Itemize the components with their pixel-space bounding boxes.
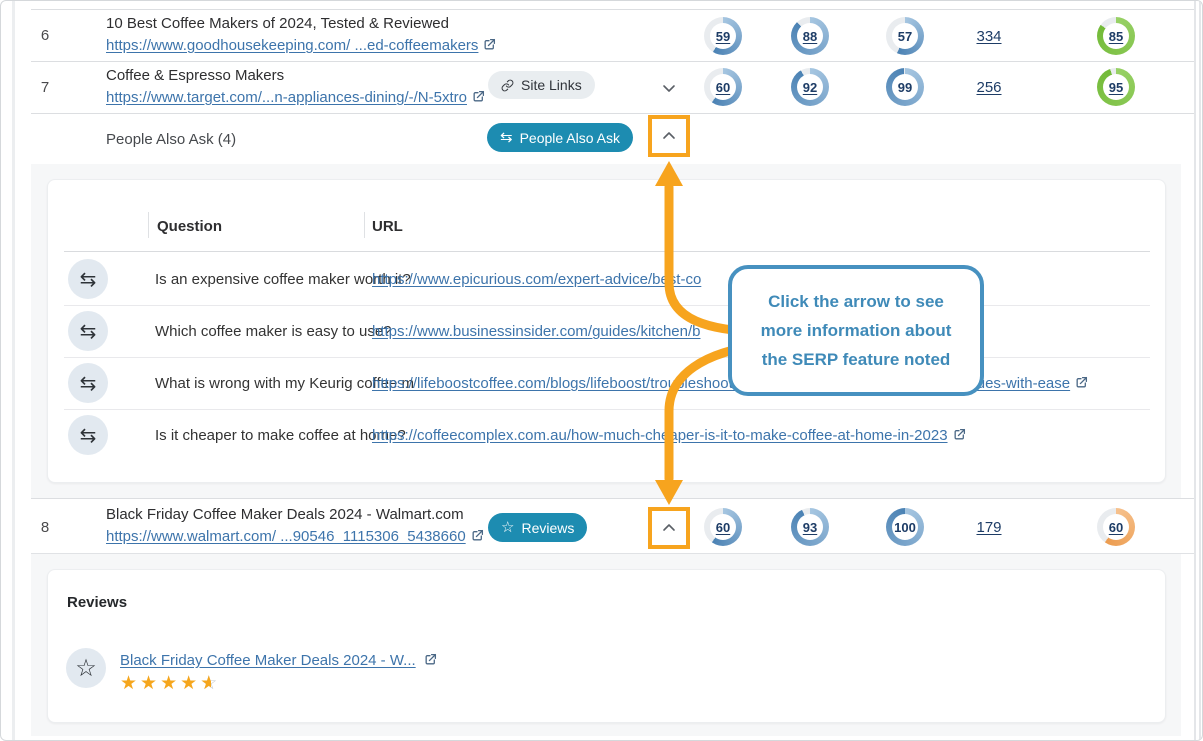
row-divider	[31, 9, 1195, 10]
metric-value-link[interactable]: 92	[791, 68, 829, 106]
metric-donut: 85	[1097, 17, 1135, 55]
swap-icon-button[interactable]: ⇆	[68, 259, 108, 299]
result-title: 10 Best Coffee Makers of 2024, Tested & …	[106, 15, 449, 32]
swap-icon: ⇆	[500, 130, 513, 145]
metric-donut: 60	[1097, 508, 1135, 546]
swap-icon: ⇆	[80, 267, 97, 292]
serp-features-table: 6 10 Best Coffee Makers of 2024, Tested …	[0, 0, 1203, 741]
paa-question: Is it cheaper to make coffee at home?	[155, 427, 406, 444]
people-also-ask-button[interactable]: ⇆People Also Ask	[487, 123, 633, 152]
star-rating: ★★★★☆★	[120, 672, 220, 695]
swap-icon-button[interactable]: ⇆	[68, 311, 108, 351]
row-divider	[31, 498, 1195, 499]
callout-text-line: the SERP feature noted	[732, 345, 980, 374]
expand-chevron-down[interactable]	[656, 75, 682, 101]
paa-url-link[interactable]: https://coffeecomplex.com.au/how-much-ch…	[372, 427, 966, 444]
star-outline-icon: ☆	[501, 520, 514, 535]
metric-donut: 100	[886, 508, 924, 546]
external-link-icon	[471, 529, 484, 542]
tutorial-callout: Click the arrow to see more information …	[728, 265, 984, 396]
result-url-link[interactable]: https://www.target.com/...n-appliances-d…	[106, 89, 485, 106]
table-row-divider	[64, 409, 1150, 410]
paa-table-card: Question URL ⇆ Is an expensive coffee ma…	[47, 179, 1166, 483]
metric-value: 100	[886, 508, 924, 546]
site-links-badge[interactable]: Site Links	[488, 71, 595, 99]
collapse-chevron-up[interactable]	[656, 123, 682, 149]
left-gutter-divider	[12, 1, 15, 740]
result-position: 7	[33, 79, 57, 96]
header-divider	[148, 212, 149, 238]
links-count-link[interactable]: 334	[956, 28, 1022, 45]
metric-value-link[interactable]: 95	[1097, 68, 1135, 106]
paa-question: Which coffee maker is easy to use?	[155, 323, 392, 340]
metric-donut: 59	[704, 17, 742, 55]
table-row-divider	[64, 357, 1150, 358]
result-position: 6	[33, 27, 57, 44]
metric-value-link[interactable]: 85	[1097, 17, 1135, 55]
metric-value-link[interactable]: 60	[704, 508, 742, 546]
metric-value: 99	[886, 68, 924, 106]
reviews-badge-button[interactable]: ☆Reviews	[488, 513, 587, 542]
highlight-box-paa-chevron	[648, 115, 690, 157]
metric-value-link[interactable]: 88	[791, 17, 829, 55]
star-outline-icon: ☆	[75, 654, 97, 683]
metric-value-link[interactable]: 93	[791, 508, 829, 546]
highlight-box-reviews-chevron	[648, 507, 690, 549]
collapse-chevron-up[interactable]	[656, 515, 682, 541]
vertical-scrollbar[interactable]	[1194, 1, 1201, 740]
metric-donut: 60	[704, 68, 742, 106]
metric-donut: 95	[1097, 68, 1135, 106]
metric-value-link[interactable]: 59	[704, 17, 742, 55]
result-title: Black Friday Coffee Maker Deals 2024 - W…	[106, 506, 464, 523]
swap-icon: ⇆	[80, 423, 97, 448]
external-link-icon	[953, 428, 966, 441]
review-star-icon-circle: ☆	[66, 648, 106, 688]
swap-icon: ⇆	[80, 319, 97, 344]
paa-url-link[interactable]: https://www.epicurious.com/expert-advice…	[372, 271, 701, 288]
link-icon	[501, 79, 514, 92]
links-count-link[interactable]: 256	[956, 79, 1022, 96]
metric-donut: 93	[791, 508, 829, 546]
paa-url-link[interactable]: https://www.businessinsider.com/guides/k…	[372, 323, 701, 340]
metric-donut: 92	[791, 68, 829, 106]
callout-text-line: more information about	[732, 316, 980, 345]
question-column-header: Question	[157, 218, 222, 235]
external-link-icon	[424, 653, 437, 666]
review-result-link[interactable]: Black Friday Coffee Maker Deals 2024 - W…	[120, 652, 437, 670]
reviews-panel-heading: Reviews	[67, 594, 127, 611]
result-position: 8	[33, 519, 57, 536]
url-column-header: URL	[372, 218, 403, 235]
table-header-divider	[64, 251, 1150, 252]
external-link-icon	[1075, 376, 1088, 389]
result-url-link[interactable]: https://www.goodhousekeeping.com/ ...ed-…	[106, 37, 496, 54]
star-icon: ★	[180, 673, 200, 694]
header-divider	[364, 212, 365, 238]
links-count-link[interactable]: 179	[956, 519, 1022, 536]
metric-value: 57	[886, 17, 924, 55]
external-link-icon	[483, 38, 496, 51]
result-url-link[interactable]: https://www.walmart.com/ ...90546_111530…	[106, 528, 484, 545]
star-icon: ★	[120, 673, 140, 694]
swap-icon: ⇆	[80, 371, 97, 396]
metric-donut: 99	[886, 68, 924, 106]
metric-value-link[interactable]: 60	[1097, 508, 1135, 546]
swap-icon-button[interactable]: ⇆	[68, 415, 108, 455]
row-divider	[31, 61, 1195, 62]
external-link-icon	[472, 90, 485, 103]
row-divider	[31, 113, 1195, 114]
callout-text-line: Click the arrow to see	[732, 287, 980, 316]
metric-donut: 60	[704, 508, 742, 546]
metric-value-link[interactable]: 60	[704, 68, 742, 106]
metric-donut: 57	[886, 17, 924, 55]
table-row-divider	[64, 305, 1150, 306]
metric-donut: 88	[791, 17, 829, 55]
star-icon: ★	[160, 673, 180, 694]
half-star-icon: ☆★	[200, 672, 220, 695]
paa-row-label: People Also Ask (4)	[106, 131, 236, 148]
star-icon: ★	[140, 673, 160, 694]
reviews-card: Reviews ☆ Black Friday Coffee Maker Deal…	[47, 569, 1166, 723]
result-title: Coffee & Espresso Makers	[106, 67, 284, 84]
swap-icon-button[interactable]: ⇆	[68, 363, 108, 403]
